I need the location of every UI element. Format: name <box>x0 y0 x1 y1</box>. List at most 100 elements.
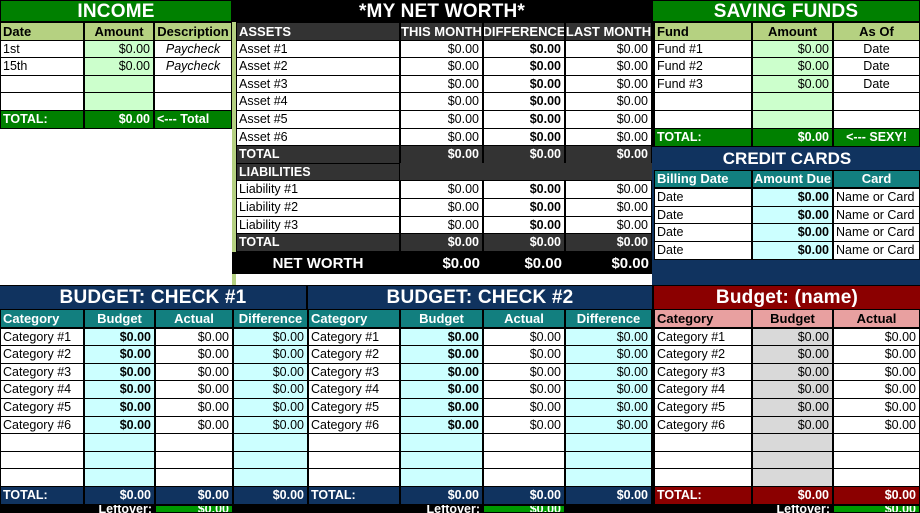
asset-last-month-cell[interactable]: $0.00 <box>565 40 652 59</box>
budget3-budget-cell[interactable]: $0.00 <box>752 380 833 399</box>
budget1-actual-cell[interactable]: $0.00 <box>155 416 233 435</box>
budget2-category-cell[interactable]: Category #1 <box>308 328 400 347</box>
budget1-budget-cell[interactable]: $0.00 <box>84 363 155 382</box>
budget1-actual-cell[interactable] <box>155 468 233 487</box>
asset-this-month-cell[interactable]: $0.00 <box>400 75 483 94</box>
income-description-cell[interactable] <box>154 92 232 111</box>
credit-card-billing-date-cell[interactable]: Date <box>654 206 752 225</box>
asset-this-month-cell[interactable]: $0.00 <box>400 57 483 76</box>
budget2-budget-cell[interactable]: $0.00 <box>400 398 483 417</box>
budget1-budget-cell[interactable]: $0.00 <box>84 380 155 399</box>
budget1-category-cell[interactable]: Category #6 <box>0 416 84 435</box>
budget1-actual-cell[interactable]: $0.00 <box>155 380 233 399</box>
credit-card-name-cell[interactable]: Name or Card <box>833 241 920 260</box>
asset-last-month-cell[interactable]: $0.00 <box>565 128 652 147</box>
fund-asof-cell[interactable] <box>833 92 920 111</box>
budget1-actual-cell[interactable]: $0.00 <box>155 328 233 347</box>
budget3-budget-cell[interactable]: $0.00 <box>752 416 833 435</box>
fund-asof-cell[interactable]: Date <box>833 75 920 94</box>
budget2-budget-cell[interactable] <box>400 451 483 470</box>
income-date-cell[interactable]: 1st <box>0 40 84 59</box>
budget3-actual-cell[interactable]: $0.00 <box>833 398 920 417</box>
budget3-actual-cell[interactable]: $0.00 <box>833 345 920 364</box>
income-date-cell[interactable]: 15th <box>0 57 84 76</box>
budget2-category-cell[interactable]: Category #2 <box>308 345 400 364</box>
asset-last-month-cell[interactable]: $0.00 <box>565 92 652 111</box>
budget1-budget-cell[interactable]: $0.00 <box>84 328 155 347</box>
budget1-actual-cell[interactable] <box>155 451 233 470</box>
credit-card-amount-due-cell[interactable]: $0.00 <box>752 223 833 242</box>
income-amount-cell[interactable]: $0.00 <box>84 40 154 59</box>
budget1-budget-cell[interactable]: $0.00 <box>84 416 155 435</box>
budget1-category-cell[interactable] <box>0 451 84 470</box>
budget1-actual-cell[interactable] <box>155 433 233 452</box>
budget2-actual-cell[interactable]: $0.00 <box>483 328 565 347</box>
liability-this-month-cell[interactable]: $0.00 <box>400 180 483 199</box>
budget3-category-cell[interactable]: Category #1 <box>654 328 752 347</box>
budget2-actual-cell[interactable] <box>483 451 565 470</box>
credit-card-name-cell[interactable]: Name or Card <box>833 188 920 207</box>
asset-name-cell[interactable]: Asset #4 <box>236 92 400 111</box>
credit-card-billing-date-cell[interactable]: Date <box>654 241 752 260</box>
credit-card-name-cell[interactable]: Name or Card <box>833 206 920 225</box>
liability-last-month-cell[interactable]: $0.00 <box>565 198 652 217</box>
budget3-actual-cell[interactable]: $0.00 <box>833 416 920 435</box>
budget3-category-cell[interactable] <box>654 433 752 452</box>
fund-amount-cell[interactable]: $0.00 <box>752 75 833 94</box>
budget3-category-cell[interactable]: Category #4 <box>654 380 752 399</box>
budget2-actual-cell[interactable] <box>483 468 565 487</box>
fund-amount-cell[interactable]: $0.00 <box>752 57 833 76</box>
liability-last-month-cell[interactable]: $0.00 <box>565 216 652 235</box>
budget3-budget-cell[interactable] <box>752 468 833 487</box>
budget1-category-cell[interactable]: Category #2 <box>0 345 84 364</box>
budget2-category-cell[interactable]: Category #4 <box>308 380 400 399</box>
asset-this-month-cell[interactable]: $0.00 <box>400 40 483 59</box>
income-description-cell[interactable] <box>154 75 232 94</box>
asset-name-cell[interactable]: Asset #1 <box>236 40 400 59</box>
budget2-category-cell[interactable]: Category #6 <box>308 416 400 435</box>
budget2-category-cell[interactable]: Category #3 <box>308 363 400 382</box>
budget2-budget-cell[interactable] <box>400 468 483 487</box>
budget2-budget-cell[interactable] <box>400 433 483 452</box>
credit-card-amount-due-cell[interactable]: $0.00 <box>752 188 833 207</box>
budget3-budget-cell[interactable] <box>752 433 833 452</box>
budget1-category-cell[interactable]: Category #5 <box>0 398 84 417</box>
credit-card-amount-due-cell[interactable]: $0.00 <box>752 241 833 260</box>
budget1-actual-cell[interactable]: $0.00 <box>155 345 233 364</box>
budget2-category-cell[interactable] <box>308 433 400 452</box>
budget2-budget-cell[interactable]: $0.00 <box>400 328 483 347</box>
liability-name-cell[interactable]: Liability #2 <box>236 198 400 217</box>
budget3-budget-cell[interactable]: $0.00 <box>752 363 833 382</box>
budget3-actual-cell[interactable]: $0.00 <box>833 363 920 382</box>
liability-name-cell[interactable]: Liability #3 <box>236 216 400 235</box>
asset-name-cell[interactable]: Asset #5 <box>236 110 400 129</box>
budget1-budget-cell[interactable]: $0.00 <box>84 398 155 417</box>
fund-name-cell[interactable]: Fund #2 <box>654 57 752 76</box>
asset-last-month-cell[interactable]: $0.00 <box>565 110 652 129</box>
liability-name-cell[interactable]: Liability #1 <box>236 180 400 199</box>
budget1-budget-cell[interactable] <box>84 451 155 470</box>
credit-card-amount-due-cell[interactable]: $0.00 <box>752 206 833 225</box>
budget3-actual-cell[interactable] <box>833 451 920 470</box>
budget3-budget-cell[interactable] <box>752 451 833 470</box>
budget2-category-cell[interactable] <box>308 468 400 487</box>
budget3-category-cell[interactable]: Category #5 <box>654 398 752 417</box>
income-date-cell[interactable] <box>0 92 84 111</box>
budget3-category-cell[interactable]: Category #3 <box>654 363 752 382</box>
budget2-budget-cell[interactable]: $0.00 <box>400 345 483 364</box>
credit-card-billing-date-cell[interactable]: Date <box>654 223 752 242</box>
budget1-budget-cell[interactable]: $0.00 <box>84 345 155 364</box>
income-description-cell[interactable]: Paycheck <box>154 57 232 76</box>
asset-this-month-cell[interactable]: $0.00 <box>400 92 483 111</box>
income-amount-cell[interactable]: $0.00 <box>84 57 154 76</box>
budget3-actual-cell[interactable]: $0.00 <box>833 380 920 399</box>
budget2-budget-cell[interactable]: $0.00 <box>400 416 483 435</box>
asset-last-month-cell[interactable]: $0.00 <box>565 57 652 76</box>
credit-card-name-cell[interactable]: Name or Card <box>833 223 920 242</box>
budget1-category-cell[interactable]: Category #4 <box>0 380 84 399</box>
fund-asof-cell[interactable] <box>833 110 920 129</box>
budget2-actual-cell[interactable]: $0.00 <box>483 345 565 364</box>
income-description-cell[interactable]: Paycheck <box>154 40 232 59</box>
fund-name-cell[interactable] <box>654 110 752 129</box>
budget1-category-cell[interactable]: Category #3 <box>0 363 84 382</box>
